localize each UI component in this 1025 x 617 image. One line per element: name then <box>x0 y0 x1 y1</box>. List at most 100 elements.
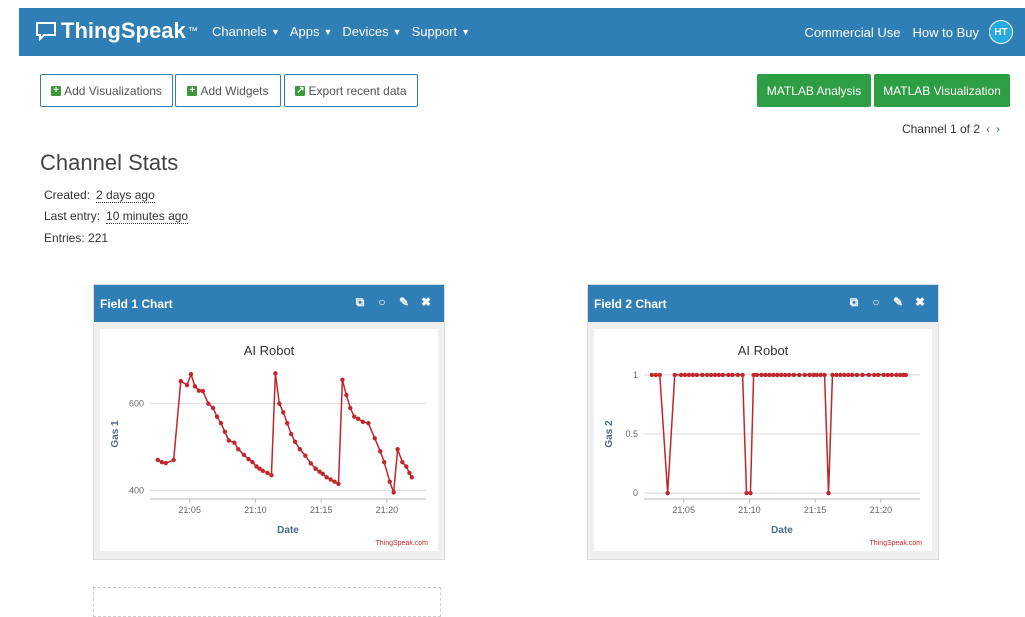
chevron-left-icon[interactable]: ‹ <box>986 122 990 136</box>
chart-title: AI Robot <box>738 343 789 358</box>
series-line <box>157 371 413 493</box>
data-point <box>260 468 265 474</box>
external-link-icon[interactable]: ⧉ <box>354 295 366 310</box>
data-point <box>400 459 405 465</box>
data-point <box>192 384 198 389</box>
add-visualizations-button[interactable]: + Add Visualizations <box>40 74 173 107</box>
empty-widget-placeholder <box>93 587 441 617</box>
close-icon[interactable]: ✖ <box>914 295 926 310</box>
data-point <box>866 372 871 378</box>
stat-created: Created: 2 days ago <box>44 188 155 203</box>
y-axis-label: Gas 1 <box>110 420 121 448</box>
data-point <box>818 372 823 378</box>
chat-bubble-icon <box>36 22 56 41</box>
data-point <box>313 466 318 471</box>
data-point <box>822 372 827 378</box>
comment-icon[interactable]: ○ <box>870 295 882 310</box>
data-point <box>320 471 325 477</box>
data-point <box>712 372 718 378</box>
data-point <box>903 372 909 378</box>
y-axis-label: Gas 2 <box>604 420 615 448</box>
y-tick-label: 1 <box>633 370 638 380</box>
nav-devices[interactable]: Devices ▼ <box>342 24 401 39</box>
data-point <box>214 414 220 419</box>
chevron-right-icon[interactable]: › <box>996 122 1000 136</box>
y-tick-label: 400 <box>129 485 144 495</box>
close-icon[interactable]: ✖ <box>420 295 432 310</box>
last-entry-label: Last entry: <box>44 209 101 223</box>
field1-chart: AI Robot 400 600 21:05 21:10 21:15 21:20 Date Ga… <box>100 329 438 551</box>
data-point <box>657 372 662 378</box>
data-point <box>196 388 202 393</box>
panel-title: Field 2 Chart <box>594 296 667 311</box>
data-point <box>894 372 899 378</box>
data-point <box>700 372 705 378</box>
data-point <box>775 372 780 378</box>
data-point <box>763 372 768 378</box>
data-point <box>759 372 764 378</box>
data-point <box>665 490 670 496</box>
data-point <box>782 372 788 378</box>
nav-support[interactable]: Support ▼ <box>412 24 470 39</box>
comment-icon[interactable]: ○ <box>376 295 388 310</box>
brand-name: ThingSpeak <box>61 18 186 43</box>
y-tick-label: 0.5 <box>625 429 638 439</box>
top-navbar: ThingSpeak ™ Channels ▼ Apps ▼ Devices ▼ Sup… <box>0 0 1025 58</box>
channel-stats-title: Channel Stats <box>40 150 179 175</box>
data-point <box>297 446 303 452</box>
nav-apps[interactable]: Apps ▼ <box>290 24 333 39</box>
data-point <box>352 414 357 419</box>
data-point <box>382 459 387 465</box>
data-point <box>372 436 377 441</box>
matlab-analysis-button[interactable]: MATLAB Analysis <box>757 74 871 107</box>
data-point <box>730 372 735 378</box>
data-point <box>854 372 860 378</box>
caret-down-icon: ▼ <box>270 26 280 37</box>
credit-label: ThingSpeak.com <box>869 540 922 547</box>
x-tick-label: 21:05 <box>672 505 695 515</box>
x-axis-label: Date <box>771 525 793 536</box>
how-to-buy-link[interactable]: How to Buy <box>913 25 979 40</box>
data-point <box>273 371 278 376</box>
add-widgets-button[interactable]: + Add Widgets <box>175 74 281 107</box>
panel-header: Field 1 Chart ⧉ ○ ✎ ✖ <box>94 285 444 322</box>
data-point <box>250 459 255 465</box>
caret-down-icon: ▼ <box>392 26 402 37</box>
external-link-icon[interactable]: ⧉ <box>848 295 860 310</box>
data-point <box>332 479 337 484</box>
data-point <box>366 420 371 426</box>
export-recent-data-button[interactable]: ↗ Export recent data <box>284 74 418 107</box>
data-point <box>281 410 286 415</box>
data-point <box>178 378 183 384</box>
stat-last-entry: Last entry: 10 minutes ago <box>44 209 189 224</box>
commercial-use-link[interactable]: Commercial Use <box>804 25 900 40</box>
brand-logo[interactable]: ThingSpeak ™ <box>35 18 198 44</box>
data-point <box>786 372 792 378</box>
data-point <box>814 372 819 378</box>
data-point <box>155 457 161 463</box>
data-point <box>771 372 776 378</box>
nav-devices-label: Devices <box>342 24 389 39</box>
data-point <box>232 440 237 445</box>
x-tick-label: 21:10 <box>244 505 267 515</box>
caret-down-icon: ▼ <box>323 26 333 37</box>
pencil-icon[interactable]: ✎ <box>398 295 410 310</box>
data-point <box>308 461 314 466</box>
trademark: ™ <box>187 25 198 37</box>
nav-channels[interactable]: Channels ▼ <box>212 24 280 39</box>
matlab-visualization-button[interactable]: MATLAB Visualization <box>874 74 1010 107</box>
caret-down-icon: ▼ <box>461 26 471 37</box>
data-point <box>802 372 808 378</box>
data-point <box>672 372 677 378</box>
export-label: Export recent data <box>308 83 407 98</box>
data-point <box>735 372 741 378</box>
data-point <box>876 372 881 378</box>
x-tick-label: 21:20 <box>376 505 399 515</box>
pencil-icon[interactable]: ✎ <box>892 295 904 310</box>
data-point <box>340 377 345 383</box>
panel-header: Field 2 Chart ⧉ ○ ✎ ✖ <box>588 285 938 322</box>
data-point <box>404 464 409 469</box>
data-point <box>807 372 812 378</box>
avatar[interactable]: HT <box>989 20 1013 44</box>
data-point <box>285 420 290 426</box>
